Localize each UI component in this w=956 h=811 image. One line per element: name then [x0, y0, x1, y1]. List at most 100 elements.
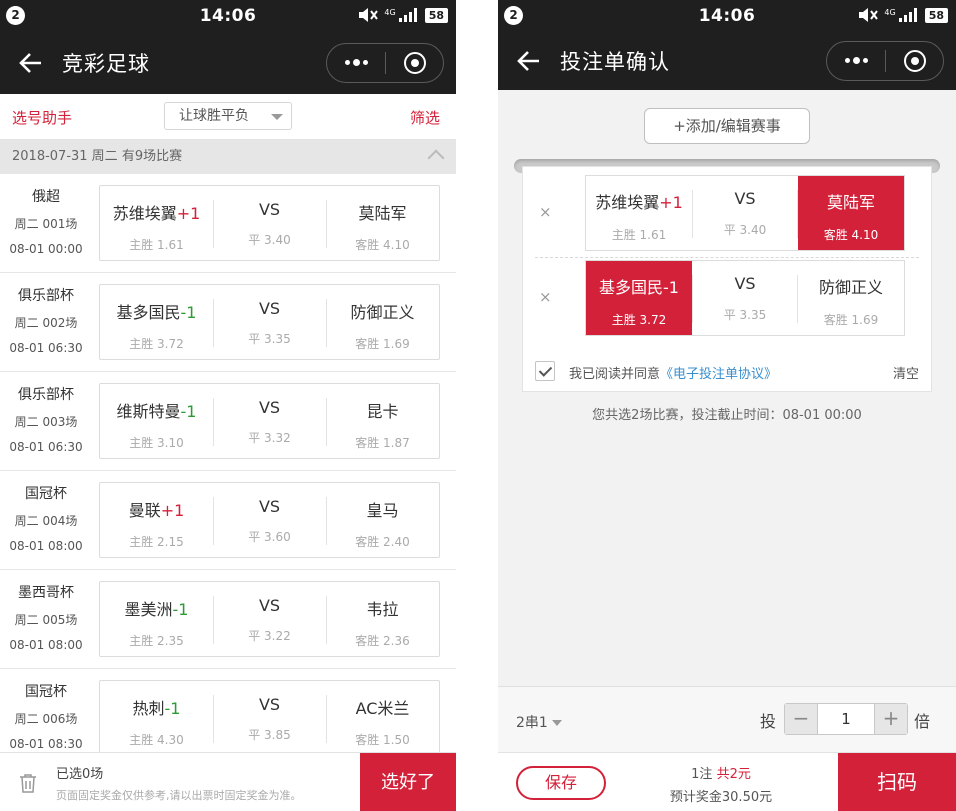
close-mini-program-button[interactable] [886, 50, 943, 72]
away-win-option[interactable]: 防御正义 客胜 1.69 [326, 285, 439, 359]
status-bar: 2 14:06 4G 58 [0, 0, 456, 32]
match-number: 周二 001场 [14, 217, 78, 231]
network-type: 4G [384, 8, 396, 17]
decrement-button[interactable]: − [785, 704, 817, 734]
target-icon [403, 52, 426, 74]
away-win-option[interactable]: 皇马 客胜 2.40 [326, 483, 439, 557]
away-odds: 客胜 1.69 [355, 337, 410, 351]
vs-label: VS [734, 189, 756, 208]
odds-box: 热刺-1 主胜 4.30 VS 平 3.85 AC米兰 客胜 1.50 [99, 680, 440, 756]
vs-label: VS [258, 200, 281, 219]
away-odds: 客胜 1.69 [823, 313, 879, 327]
draw-option[interactable]: VS 平 3.22 [213, 582, 326, 656]
clear-button[interactable]: 清空 [893, 363, 919, 382]
selection-summary: 您共选2场比赛，投注截止时间：08-01 00:00 [592, 408, 862, 423]
add-edit-matches-button[interactable]: +添加/编辑赛事 [644, 108, 810, 144]
more-icon[interactable] [327, 59, 385, 66]
match-row: 俱乐部杯 周二 002场 08-01 06:30 基多国民-1 主胜 3.72 … [0, 273, 456, 372]
match-info: 俱乐部杯 周二 003场 08-01 06:30 [0, 384, 92, 454]
draw-option[interactable]: VS 平 3.40 [213, 186, 326, 260]
parlay-select[interactable]: 2串1 [516, 712, 562, 732]
bet-count-prefix: 1注 [691, 767, 717, 782]
odds-box: 曼联+1 主胜 2.15 VS 平 3.60 皇马 客胜 2.40 [99, 482, 440, 558]
remove-match-icon[interactable]: × [539, 203, 552, 221]
away-win-option[interactable]: AC米兰 客胜 1.50 [326, 681, 439, 755]
away-team: 昆卡 [366, 402, 399, 421]
vs-label: VS [258, 398, 281, 417]
play-type-value: 让球胜平负 [179, 108, 249, 124]
close-mini-program-button[interactable] [386, 52, 443, 74]
play-type-select[interactable]: 让球胜平负 [164, 102, 292, 130]
back-button[interactable] [498, 32, 560, 90]
away-odds: 客胜 2.40 [355, 535, 410, 549]
home-win-option[interactable]: 基多国民-1 主胜 3.72 [100, 285, 213, 359]
back-arrow-icon [19, 53, 41, 73]
home-odds: 主胜 3.10 [129, 436, 184, 450]
home-win-option[interactable]: 苏维埃翼+1 主胜 1.61 [100, 186, 213, 260]
away-win-option-selected[interactable]: 莫陆军 客胜 4.10 [798, 176, 904, 250]
multiplier-stepper: − 1 + [784, 703, 908, 735]
handicap: -1 [663, 278, 679, 297]
signal-icon [398, 8, 417, 22]
away-odds: 客胜 2.36 [355, 634, 410, 648]
away-win-option[interactable]: 莫陆军 客胜 4.10 [326, 186, 439, 260]
collapse-chevron-icon[interactable] [427, 149, 445, 167]
pick-helper-link[interactable]: 选号助手 [12, 107, 72, 128]
agreement-link[interactable]: 《电子投注单协议》 [660, 367, 777, 382]
draw-option[interactable]: VS 平 3.85 [213, 681, 326, 755]
parlay-value: 2串1 [516, 715, 548, 731]
date-header[interactable]: 2018-07-31 周二 有9场比赛 [0, 140, 456, 174]
filter-link[interactable]: 筛选 [410, 107, 440, 128]
back-arrow-icon [517, 51, 539, 71]
draw-odds: 平 3.35 [723, 308, 767, 322]
selection-footer: 已选0场 页面固定奖金仅供参考,请以出票时固定奖金为准。 选好了 [0, 752, 456, 811]
done-button[interactable]: 选好了 [360, 753, 456, 811]
away-team: 莫陆军 [826, 193, 875, 212]
home-win-option[interactable]: 热刺-1 主胜 4.30 [100, 681, 213, 755]
away-win-option[interactable]: 昆卡 客胜 1.87 [326, 384, 439, 458]
save-button[interactable]: 保存 [516, 766, 606, 800]
battery-icon: 58 [424, 7, 448, 23]
handicap: -1 [164, 699, 181, 718]
home-team: 曼联 [128, 501, 161, 520]
draw-option[interactable]: VS 平 3.35 [692, 261, 798, 335]
home-win-option-selected[interactable]: 基多国民-1 主胜 3.72 [586, 261, 692, 335]
bet-options-bar: 2串1 投 − 1 + 倍 [498, 686, 956, 752]
multiplier-input[interactable]: 1 [817, 704, 875, 734]
slip-row: × 苏维埃翼+1 主胜 1.61 VS 平 3.40 莫陆军 客胜 4.10 [523, 175, 931, 251]
away-win-option[interactable]: 防御正义 客胜 1.69 [798, 261, 904, 335]
remove-match-icon[interactable]: × [539, 288, 552, 306]
agreement-checkbox[interactable] [535, 361, 555, 381]
match-row: 墨西哥杯 周二 005场 08-01 08:00 墨美洲-1 主胜 2.35 V… [0, 570, 456, 669]
draw-option[interactable]: VS 平 3.35 [213, 285, 326, 359]
match-info: 墨西哥杯 周二 005场 08-01 08:00 [0, 582, 92, 652]
home-team: 基多国民 [599, 278, 664, 297]
scan-code-button[interactable]: 扫码 [838, 753, 956, 811]
increment-button[interactable]: + [875, 704, 907, 734]
back-button[interactable] [0, 32, 62, 94]
agreement-row: 我已阅读并同意《电子投注单协议》 清空 [535, 361, 919, 383]
bet-label: 投 [760, 712, 777, 731]
vs-label: VS [734, 274, 756, 293]
home-odds: 主胜 2.15 [129, 535, 184, 549]
home-win-option[interactable]: 维斯特曼-1 主胜 3.10 [100, 384, 213, 458]
home-win-option[interactable]: 墨美洲-1 主胜 2.35 [100, 582, 213, 656]
home-win-option[interactable]: 曼联+1 主胜 2.15 [100, 483, 213, 557]
battery-icon: 58 [924, 7, 948, 23]
draw-option[interactable]: VS 平 3.32 [213, 384, 326, 458]
home-win-option[interactable]: 苏维埃翼+1 主胜 1.61 [586, 176, 692, 250]
more-icon[interactable] [827, 57, 885, 64]
handicap: -1 [180, 303, 197, 322]
slip-odds-box: 苏维埃翼+1 主胜 1.61 VS 平 3.40 莫陆军 客胜 4.10 [585, 175, 905, 251]
mute-icon [359, 8, 379, 22]
away-win-option[interactable]: 韦拉 客胜 2.36 [326, 582, 439, 656]
draw-option[interactable]: VS 平 3.40 [692, 176, 798, 250]
trash-icon[interactable] [19, 773, 37, 793]
title-bar: 投注单确认 [498, 32, 956, 90]
vs-label: VS [258, 695, 281, 714]
league-name: 墨西哥杯 [18, 585, 74, 601]
away-odds: 客胜 4.10 [823, 228, 879, 242]
home-team: 苏维埃翼 [595, 193, 660, 212]
draw-option[interactable]: VS 平 3.60 [213, 483, 326, 557]
draw-odds: 平 3.35 [248, 332, 291, 346]
